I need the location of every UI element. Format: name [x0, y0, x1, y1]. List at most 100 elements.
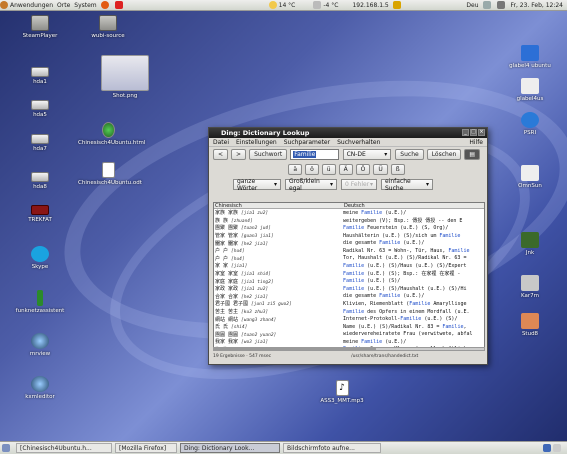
mail-icon[interactable] [482, 1, 493, 9]
clear-button[interactable]: Löschen [426, 149, 462, 160]
error-count-select[interactable]: 0 Fehler ▾ [341, 179, 377, 190]
desktop-icon-chinesisch-odt[interactable]: Chinesisch4Ubuntu.odt [78, 162, 142, 186]
clock[interactable]: Fr, 23. Feb, 12:24 [511, 2, 563, 9]
cell-german: meine Familie (u.E.)/ [343, 209, 407, 216]
applications-menu[interactable]: Anwendungen [0, 1, 53, 9]
network-ip[interactable]: 192.168.1.5 [352, 2, 388, 9]
table-row[interactable]: 苦主 苦主 [ku3 zhu3] Familie des Opfers in ei… [214, 308, 484, 316]
search-button[interactable]: Suche [395, 149, 424, 160]
desktop-icon-steamplayer[interactable]: SteamPlayer [10, 15, 70, 39]
table-row[interactable]: 家室 家室 [jia1 shi4] Familie (u.E.) (S); Bsp… [214, 270, 484, 278]
column-header-german[interactable]: Deutsch [343, 203, 484, 209]
results-table[interactable]: Chinesisch Deutsch 家族 家族 [jia1 zu2] meine… [213, 202, 485, 348]
umlaut-button[interactable]: ö [305, 164, 319, 175]
hanzi-text: 家 家 [215, 263, 229, 270]
umlaut-button[interactable]: ß [390, 164, 405, 175]
pinyin-text: [wang3 zhan4] [241, 317, 277, 323]
desktop-icon-mrview[interactable]: mrview [10, 333, 70, 357]
desktop-icon-mp3[interactable]: ♪ ASS3_MMT.mp3 [312, 380, 372, 404]
table-row[interactable]: 户 户 [hu4] Tor, Haushalt (u.E.) (S)/Radika… [214, 255, 484, 263]
horizontal-scrollbar[interactable] [213, 347, 485, 351]
desktop-icon-skype[interactable]: Skype [10, 246, 70, 270]
keyboard-layout[interactable]: Deu [466, 2, 478, 9]
hanzi-text: 家室 家室 [215, 271, 239, 278]
table-row[interactable]: 氏 氏 [shi4] Name (u.E.) (S)/Radikal Nr. 83… [214, 323, 484, 331]
minimize-icon[interactable]: _ [462, 129, 469, 136]
desktop-icon-right-7[interactable]: Stud8 [500, 313, 560, 337]
desktop-icon-right-2[interactable]: glabel4us [500, 78, 560, 102]
column-header-chinese[interactable]: Chinesisch [214, 203, 343, 209]
table-row[interactable]: 我家 我家 [wo3 jia1] meine Familie (u.E.)/ [214, 338, 484, 346]
back-button[interactable]: < [213, 149, 229, 160]
task-ding[interactable]: Ding: Dictionary Look... [180, 443, 280, 453]
desktop-icon-right-4[interactable]: OmnSun [500, 165, 560, 189]
table-row[interactable]: 團圓 團圓 [tuan2 yuan2] wiedervereheiratete F… [214, 331, 484, 339]
desktop-icon-chinesisch-html[interactable]: Chinesisch4Ubuntu.html [78, 122, 145, 146]
desktop-icon-funknetz[interactable]: funknetzassistent [10, 290, 70, 314]
menu-suchparameter[interactable]: Suchparameter [284, 139, 330, 146]
search-input[interactable]: Familie [290, 149, 339, 160]
table-row[interactable]: 闔家 闔家 [he2 jia1] die gesamte Familie (u.E… [214, 239, 484, 247]
tray-icon[interactable] [392, 1, 403, 9]
desktop-icon-right-6[interactable]: Kar7m [500, 275, 560, 299]
umlaut-button[interactable]: Ä [338, 164, 353, 175]
menu-suchverhalten[interactable]: Suchverhalten [337, 139, 380, 146]
desktop-icon-hda5[interactable]: hda5 [10, 96, 70, 118]
language-select[interactable]: CN-DE ▾ [342, 149, 392, 160]
desktop-icon-right-5[interactable]: Jnk [500, 232, 560, 256]
show-desktop-icon[interactable] [2, 444, 12, 452]
book-icon[interactable]: ▤ [464, 149, 480, 160]
cell-chinese: 户 户 [hu4] [214, 247, 343, 254]
pinyin-text: [jia1 shi4] [241, 272, 271, 278]
table-row[interactable]: 家政 家政 [jia1 zu2] Familie (u.E.) (S)/Haush… [214, 285, 484, 293]
table-row[interactable]: 家庭 家庭 [jia1 ting2] Familie (u.E.) (S)/ [214, 277, 484, 285]
table-row[interactable]: 家族 家族 [jia1 zu2] meine Familie (u.E.)/ [214, 209, 484, 217]
forward-button[interactable]: > [231, 149, 247, 160]
table-row[interactable]: 君子國 君子國 [jun1 zi5 guo2] Klivien, Riemenbl… [214, 300, 484, 308]
desktop-icon-screenshot-thumb[interactable]: Shot.png [95, 55, 155, 99]
close-icon[interactable]: × [478, 129, 485, 136]
places-menu[interactable]: Orte [57, 2, 70, 9]
pinyin-text: [guan3 jia1] [241, 234, 274, 240]
maximize-icon[interactable]: □ [470, 129, 477, 136]
scrollbar-thumb[interactable] [214, 348, 376, 350]
desktop-icon-trekfat[interactable]: TREKFAT [10, 205, 70, 223]
menu-hilfe[interactable]: Hilfe [469, 139, 483, 146]
table-row[interactable]: 團聚 團聚 [tuan2 ju4] Familie Feuerstein (u.E… [214, 224, 484, 232]
weather-cloud-icon[interactable]: -4 °C [313, 1, 338, 9]
desktop-icon-right-3[interactable]: PSRI [500, 112, 560, 136]
volume-icon[interactable] [496, 1, 507, 9]
umlaut-button[interactable]: ü [321, 164, 336, 175]
task-screenshot[interactable]: Bildschirmfoto aufne... [283, 443, 381, 453]
desktop-icon-right-1[interactable]: glabel4 ubuntu [500, 45, 560, 69]
umlaut-button[interactable]: ä [288, 164, 303, 175]
umlaut-button[interactable]: Ö [355, 164, 371, 175]
table-row[interactable]: 合家 合家 [he2 jia1] die gesamte Familie (u.E… [214, 293, 484, 301]
weather-sun-icon[interactable]: 14 °C [268, 1, 295, 9]
case-mode-select[interactable]: Groß/klein egal ▾ [285, 178, 337, 192]
desktop-icon-kxmleditor[interactable]: kxmleditor [10, 376, 70, 400]
search-mode-select[interactable]: einfache Suche ▾ [381, 178, 433, 192]
table-row[interactable]: 家 家 [jia1] Familie (u.E.) (S)/Haus (u.E.)… [214, 262, 484, 270]
table-row[interactable]: 網站 網站 [wang3 zhan4] Internet-Protokoll-Fa… [214, 315, 484, 323]
workspace-switcher[interactable] [543, 444, 563, 452]
desktop-icon-hda8[interactable]: hda8 [10, 168, 70, 190]
table-row[interactable]: 族 族 [zhuan4] weitergeben (V); Bsp.: 傳授 傳授… [214, 217, 484, 225]
table-row[interactable]: 管家 管家 [guan3 jia1] Haushälterin (u.E.) (S… [214, 232, 484, 240]
task-firefox[interactable]: [Mozilla Firefox] [115, 443, 177, 453]
menu-einstellungen[interactable]: Einstellungen [236, 139, 277, 146]
word-mode-select[interactable]: ganze Wörter ▾ [233, 178, 281, 192]
search-label-button[interactable]: Suchwort [249, 149, 288, 160]
umlaut-button[interactable]: Ü [373, 164, 388, 175]
menu-datei[interactable]: Datei [213, 139, 229, 146]
help-launcher-icon[interactable] [114, 1, 125, 9]
system-menu[interactable]: System [74, 2, 96, 9]
desktop-icon-hda1[interactable]: hda1 [10, 63, 70, 85]
desktop-icon-wubi-source[interactable]: wubi-source [78, 15, 138, 39]
window-titlebar[interactable]: Ding: Dictionary Lookup _ □ × [209, 128, 487, 138]
firefox-launcher-icon[interactable] [100, 1, 111, 9]
table-row[interactable]: 户 户 [hu4] Radikal Nr. 63 = Wohn-, Tür, Ha… [214, 247, 484, 255]
task-chinesisch[interactable]: [Chinesisch4Ubuntu.h... [16, 443, 112, 453]
dictionary-window[interactable]: Ding: Dictionary Lookup _ □ × Datei Eins… [208, 127, 488, 365]
desktop-icon-hda7[interactable]: hda7 [10, 130, 70, 152]
